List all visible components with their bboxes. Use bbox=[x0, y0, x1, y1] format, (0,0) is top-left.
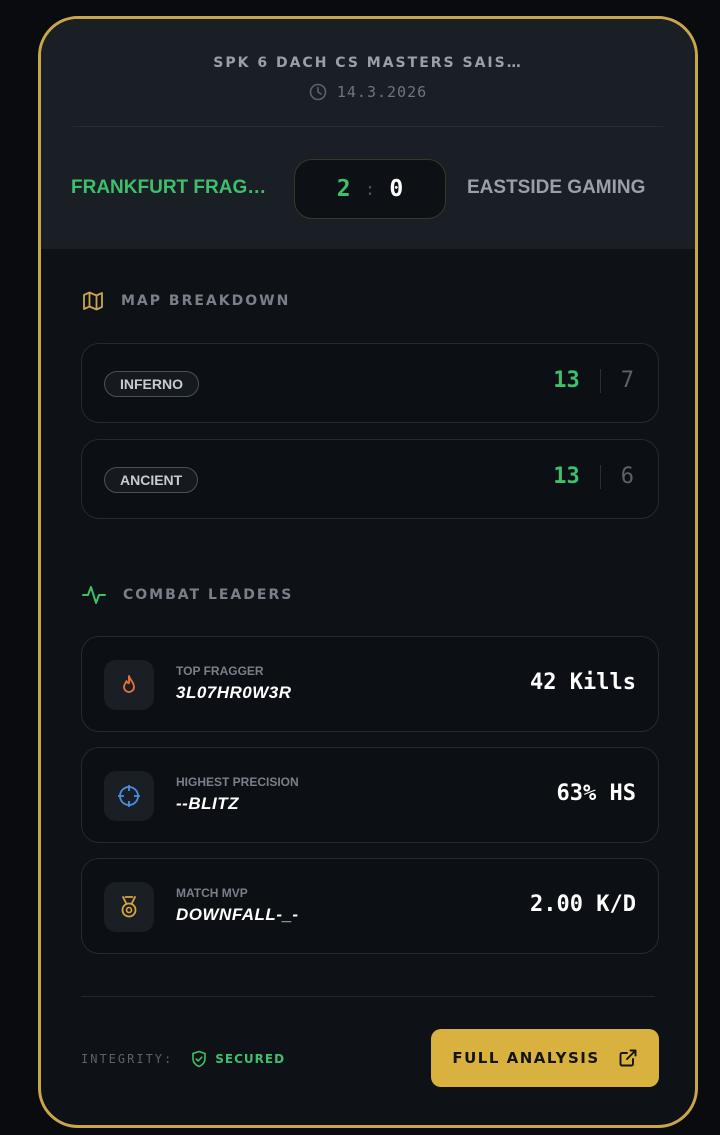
leader-label: TOP FRAGGER bbox=[176, 664, 264, 678]
flame-icon bbox=[104, 660, 154, 710]
map-score: 13 7 bbox=[553, 368, 634, 393]
integrity-status: INTEGRITY: SECURED bbox=[81, 1050, 285, 1068]
integrity-label: INTEGRITY: bbox=[81, 1052, 174, 1066]
map-score-a: 13 bbox=[553, 368, 580, 393]
match-header: SPK 6 DACH CS MASTERS SAIS… 14.3.2026 FR… bbox=[41, 19, 695, 249]
team-b-name: EASTSIDE GAMING bbox=[467, 177, 646, 198]
map-name-pill: INFERNO bbox=[104, 371, 199, 397]
team-a-score: 2 bbox=[336, 176, 351, 202]
header-divider bbox=[73, 126, 663, 127]
leader-label: HIGHEST PRECISION bbox=[176, 775, 299, 789]
full-analysis-label: FULL ANALYSIS bbox=[452, 1049, 600, 1067]
combat-leaders-heading: COMBAT LEADERS bbox=[81, 582, 293, 608]
leader-row-match-mvp: MATCH MVP DOWNFALL-_- 2.00 K/D bbox=[81, 858, 659, 954]
match-date: 14.3.2026 bbox=[41, 83, 695, 101]
map-breakdown-heading: MAP BREAKDOWN bbox=[81, 289, 290, 313]
team-b-score: 0 bbox=[389, 176, 404, 202]
shield-check-icon bbox=[191, 1050, 207, 1068]
external-link-icon bbox=[618, 1048, 638, 1068]
map-icon bbox=[81, 289, 105, 313]
date-text: 14.3.2026 bbox=[336, 83, 428, 101]
leader-row-top-fragger: TOP FRAGGER 3L07HR0W3R 42 Kills bbox=[81, 636, 659, 732]
map-name-pill: ANCIENT bbox=[104, 467, 199, 493]
footer-divider bbox=[81, 996, 655, 997]
leader-player: 3L07HR0W3R bbox=[176, 683, 292, 702]
clock-icon bbox=[309, 83, 327, 101]
secured-text: SECURED bbox=[215, 1052, 286, 1066]
map-score: 13 6 bbox=[553, 464, 634, 489]
map-row: INFERNO 13 7 bbox=[81, 343, 659, 423]
map-score-b: 6 bbox=[620, 464, 634, 489]
leader-row-highest-precision: HIGHEST PRECISION --BLITZ 63% HS bbox=[81, 747, 659, 843]
leader-value: 42 Kills bbox=[530, 670, 636, 695]
combat-leaders-title: COMBAT LEADERS bbox=[123, 587, 294, 603]
map-score-divider bbox=[599, 368, 601, 393]
score-separator: : bbox=[364, 178, 376, 200]
crosshair-icon bbox=[104, 771, 154, 821]
leader-value: 2.00 K/D bbox=[530, 892, 636, 917]
match-scoreboard: 2 : 0 bbox=[294, 159, 446, 219]
secured-badge: SECURED bbox=[191, 1050, 285, 1068]
map-score-a: 13 bbox=[553, 464, 580, 489]
map-score-divider bbox=[599, 464, 601, 489]
map-row: ANCIENT 13 6 bbox=[81, 439, 659, 519]
medal-icon bbox=[104, 882, 154, 932]
match-card: SPK 6 DACH CS MASTERS SAIS… 14.3.2026 FR… bbox=[38, 16, 698, 1128]
tournament-title: SPK 6 DACH CS MASTERS SAIS… bbox=[213, 55, 523, 71]
team-a-name: FRANKFURT FRAG… bbox=[71, 177, 267, 198]
leader-player: DOWNFALL-_- bbox=[176, 905, 299, 924]
map-score-b: 7 bbox=[620, 368, 634, 393]
leader-player: --BLITZ bbox=[176, 794, 239, 813]
map-breakdown-title: MAP BREAKDOWN bbox=[121, 293, 291, 309]
leader-value: 63% HS bbox=[556, 781, 636, 806]
full-analysis-button[interactable]: FULL ANALYSIS bbox=[431, 1029, 659, 1087]
activity-icon bbox=[81, 582, 107, 608]
leader-label: MATCH MVP bbox=[176, 886, 248, 900]
